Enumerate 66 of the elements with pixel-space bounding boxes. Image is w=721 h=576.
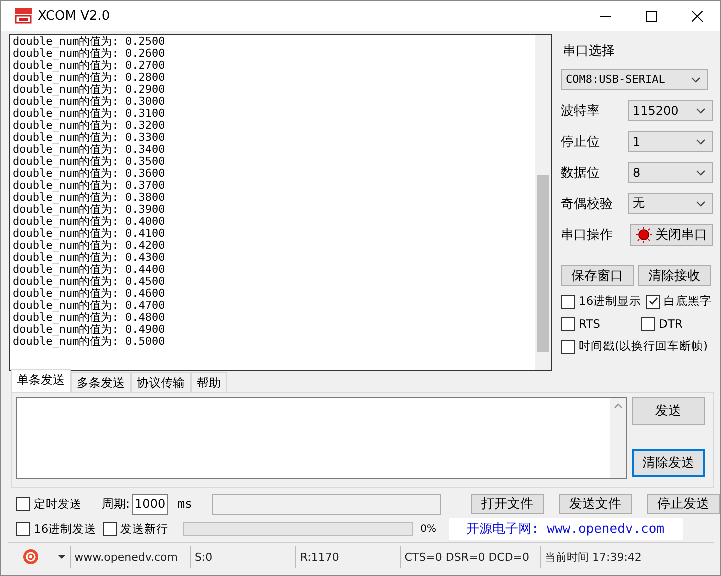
option-label: 16进制发送 <box>34 522 97 536</box>
port-toggle-button[interactable]: 关闭串口 <box>630 224 713 246</box>
website-banner[interactable]: 开源电子网: www.openedv.com <box>448 518 683 540</box>
option-label: 白底黑字 <box>664 294 712 309</box>
progress-reading: 0% <box>420 524 437 534</box>
window-title: XCOM V2.0 <box>38 8 110 24</box>
period-field[interactable]: 1000 <box>132 494 168 514</box>
tab[interactable]: 多条发送 <box>71 372 131 392</box>
tab[interactable]: 帮助 <box>191 372 227 392</box>
clear-send-button[interactable]: 清除发送 <box>632 449 705 477</box>
option-label: DTR <box>659 317 683 331</box>
checkbox[interactable] <box>641 317 655 331</box>
status-website: www.openedv.com <box>70 546 190 568</box>
receive-text: double_num的值为: 0.2500 double_num的值为: 0.2600 double_num的值为: 0.2700 double_num的值为: 0.2800 double_num的值为: 0.2900 double_num的值为: 0.3000 double_num的值为: 0.3100 double_num的值为: 0.3200 double_num的值为: 0.3300 double_num的值为: 0.3400 double_num的值为: 0.3500 double_num的值为: 0.3600 double_num的值为: 0.3700 double_num的值为: 0.3800 double_num的值为: 0.3900 double_num的值为: 0.4000 double_num的值为: 0.4100 double_num的值为: 0.4200 double_num的值为: 0.4300 double_num的值为: 0.4400 double_num的值为: 0.4500 double_num的值为: 0.4600 double_num的值为: 0.4700 double_num的值为: 0.4800 double_num的值为: 0.4900 double_num的值为: 0.5000 <box>12 35 166 350</box>
tab[interactable]: 单条发送 <box>11 369 71 392</box>
checkbox[interactable] <box>561 340 575 354</box>
caret-down-icon[interactable] <box>58 555 66 559</box>
unit-label: ms <box>178 497 192 511</box>
port-select-label: 串口选择 <box>563 43 616 60</box>
setting-dropdown[interactable]: 1 <box>628 131 713 152</box>
file-path-field[interactable] <box>212 494 441 514</box>
setting-label: 波特率 <box>561 102 600 120</box>
send-file-button[interactable]: 发送文件 <box>559 494 632 514</box>
checkbox[interactable] <box>16 497 30 511</box>
status-sent-count: S:0 <box>190 546 296 568</box>
save-window-button[interactable]: 保存窗口 <box>561 265 634 286</box>
checkbox[interactable] <box>646 294 660 308</box>
setting-dropdown[interactable]: 8 <box>628 162 713 183</box>
port-operation-label: 串口操作 <box>561 226 613 244</box>
setting-label: 停止位 <box>561 134 600 150</box>
checkbox[interactable] <box>561 294 575 308</box>
status-received-count: R:1170 <box>295 546 400 568</box>
status-signals: CTS=0 DSR=0 DCD=0 <box>400 546 540 568</box>
period-label: 周期: <box>102 496 130 512</box>
status-time: 当前时间 17:39:42 <box>540 546 714 568</box>
chevron-down-icon <box>696 138 706 144</box>
setting-dropdown[interactable]: 115200 <box>628 100 713 121</box>
port-dropdown[interactable]: COM8:USB-SERIAL <box>561 69 708 90</box>
option-label: 16进制显示 <box>579 294 642 309</box>
send-input-field[interactable] <box>16 397 627 479</box>
option-label: 时间戳(以换行回车断帧) <box>579 339 708 354</box>
open-file-button[interactable]: 打开文件 <box>471 494 544 514</box>
checkbox[interactable] <box>561 317 575 331</box>
scrollbar[interactable] <box>535 35 551 370</box>
option-label: 发送新行 <box>120 522 169 536</box>
setting-label: 数据位 <box>561 164 600 182</box>
checkbox[interactable] <box>102 522 117 536</box>
checkbox[interactable] <box>16 522 30 536</box>
chevron-down-icon <box>696 108 706 114</box>
stop-send-button[interactable]: 停止发送 <box>647 494 720 514</box>
setting-label: 奇偶校验 <box>561 196 613 212</box>
timer-label: 定时发送 <box>34 496 82 512</box>
app-logo-icon <box>15 8 32 24</box>
tab[interactable]: 协议传输 <box>131 372 191 392</box>
option-label: RTS <box>579 317 600 331</box>
setting-dropdown[interactable]: 无 <box>628 193 713 214</box>
maximize-icon[interactable] <box>646 10 656 22</box>
close-icon[interactable] <box>692 10 702 22</box>
record-icon[interactable] <box>22 549 39 565</box>
clear-receive-button[interactable]: 清除接收 <box>638 265 711 286</box>
chevron-down-icon <box>696 200 706 206</box>
chevron-down-icon <box>691 76 701 82</box>
chevron-down-icon <box>696 170 706 176</box>
receive-area[interactable] <box>9 34 552 371</box>
scrollbar-thumb[interactable] <box>537 175 549 352</box>
send-button[interactable]: 发送 <box>632 397 705 425</box>
